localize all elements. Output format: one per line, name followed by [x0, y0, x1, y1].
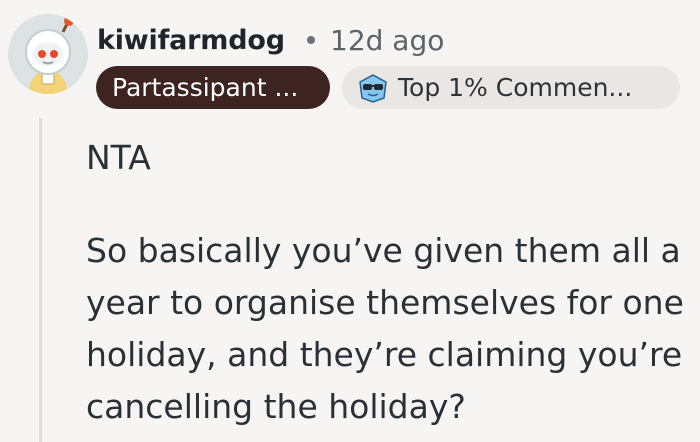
comment-paragraph: NTA [86, 138, 151, 177]
user-flair-badge: Partassipant ... [96, 66, 330, 109]
thread-line[interactable] [39, 118, 42, 442]
timestamp[interactable]: 12d ago [330, 22, 444, 60]
username[interactable]: kiwifarmdog [97, 22, 285, 60]
snoo-astronaut-avatar-icon [8, 14, 88, 94]
achievement-flair-badge[interactable]: Top 1% Commen... [342, 66, 680, 109]
sunglasses-face-icon [359, 74, 387, 103]
achievement-flair-label: Top 1% Commen... [398, 73, 633, 102]
comment-paragraph: So basically you’ve given them all a yea… [86, 231, 684, 426]
separator-dot [307, 36, 315, 44]
avatar[interactable] [8, 14, 88, 94]
user-flair-label: Partassipant ... [112, 73, 299, 102]
